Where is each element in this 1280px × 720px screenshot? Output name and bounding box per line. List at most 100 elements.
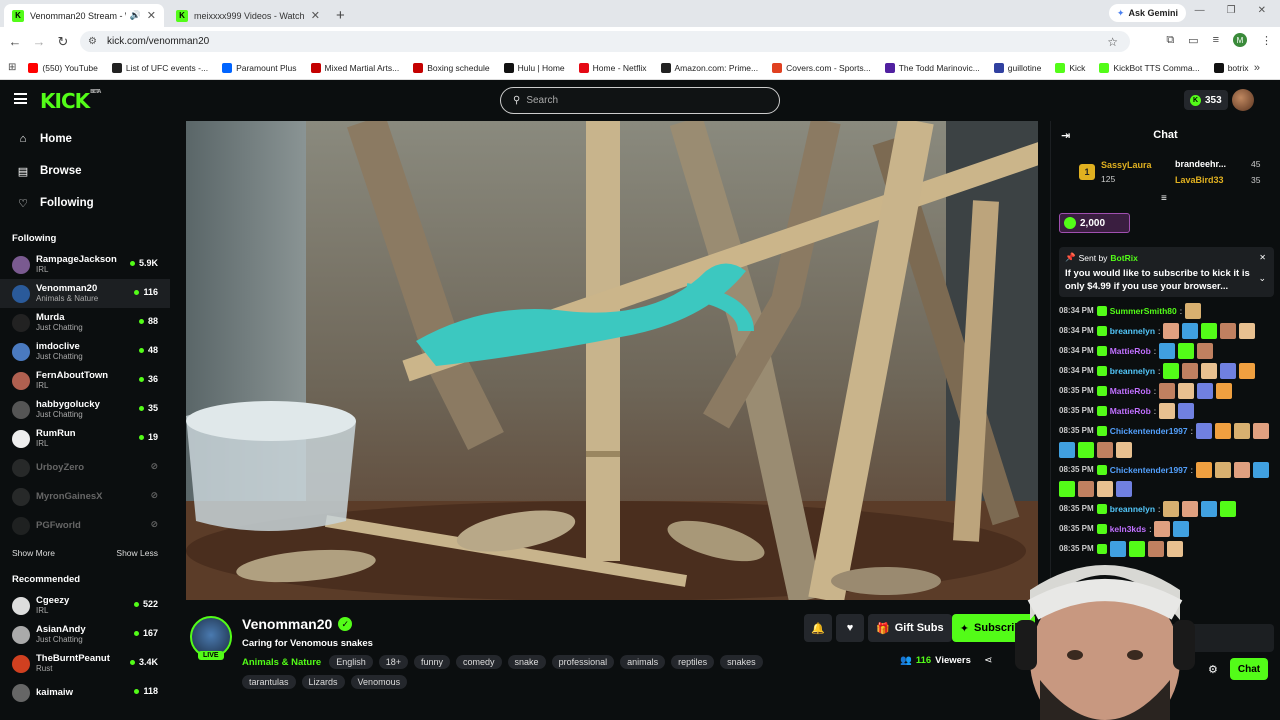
- site-info-icon[interactable]: ⚙: [88, 36, 97, 47]
- sidebar-channel-fernabouttown[interactable]: FernAboutTown IRL 36: [0, 366, 170, 395]
- category-link[interactable]: Animals & Nature: [242, 657, 321, 668]
- close-tab-icon[interactable]: ✕: [147, 9, 156, 22]
- chevron-down-icon[interactable]: ⌄: [1258, 273, 1266, 284]
- minimize-icon[interactable]: —: [1195, 5, 1205, 16]
- apps-icon[interactable]: ⊞: [8, 62, 16, 73]
- channel-category: IRL: [36, 439, 49, 448]
- url-field[interactable]: ⚙ kick.com/venomman20 ☆: [80, 31, 1130, 52]
- video-player[interactable]: [186, 121, 1038, 600]
- tag-chip[interactable]: 18+: [378, 655, 408, 669]
- more-bookmarks-icon[interactable]: »: [1254, 62, 1260, 74]
- bookmark-item[interactable]: guillotine: [993, 62, 1041, 73]
- new-tab-button[interactable]: +: [336, 4, 345, 27]
- kicks-balance[interactable]: K 353: [1184, 90, 1228, 110]
- bookmark-star-icon[interactable]: ☆: [1107, 35, 1118, 49]
- message-username[interactable]: MattieRob: [1110, 385, 1151, 397]
- sidebar-channel-myrongainesx[interactable]: MyronGainesX ⊘: [0, 482, 170, 511]
- bookmark-item[interactable]: The Todd Marinovic...: [884, 62, 980, 73]
- browser-tab[interactable]: K meixxxx999 Videos - Watch On ✕: [168, 4, 328, 27]
- bookmark-item[interactable]: botrix: [1213, 62, 1249, 73]
- bookmark-item[interactable]: Boxing schedule: [413, 62, 490, 73]
- expand-leaderboard-icon[interactable]: ≡: [1161, 193, 1167, 204]
- pinned-message[interactable]: 📌 Sent by BotRix ✕ If you would like to su…: [1059, 247, 1274, 297]
- sidebar-channel-asianandy[interactable]: AsianAndy Just Chatting 167: [0, 620, 170, 649]
- show-less-button[interactable]: Show Less: [116, 548, 158, 558]
- sidebar-channel-pgfworld[interactable]: PGFworld ⊘: [0, 511, 170, 540]
- tag-chip[interactable]: snakes: [720, 655, 763, 669]
- sidebar-channel-venomman20[interactable]: Venomman20 Animals & Nature 116: [0, 279, 170, 308]
- profile-avatar[interactable]: M: [1233, 33, 1247, 47]
- cast-icon[interactable]: ▭: [1188, 34, 1198, 47]
- tag-chip[interactable]: professional: [551, 655, 615, 669]
- kick-logo[interactable]: KICKBETA: [40, 89, 101, 113]
- sidebar-channel-kaimaiw[interactable]: kaimaiw 118: [0, 678, 170, 707]
- bookmark-item[interactable]: Covers.com - Sports...: [772, 62, 871, 73]
- message-username[interactable]: breannelyn: [1110, 325, 1155, 337]
- message-username[interactable]: MattieRob: [1110, 405, 1151, 417]
- message-username[interactable]: Chickentender1997: [1110, 425, 1188, 437]
- user-avatar[interactable]: [1232, 89, 1254, 111]
- pinned-kicks[interactable]: 2,000: [1059, 213, 1130, 233]
- nav-browse[interactable]: ▤ Browse: [0, 155, 170, 187]
- message-username[interactable]: breannelyn: [1110, 365, 1155, 377]
- message-username[interactable]: Chickentender1997: [1110, 464, 1188, 476]
- close-tab-icon[interactable]: ✕: [311, 9, 320, 22]
- gifter-name[interactable]: LavaBird33: [1175, 175, 1224, 185]
- sidebar-channel-rampagejackson[interactable]: RampageJackson IRL 5.9K: [0, 250, 170, 279]
- show-more-button[interactable]: Show More: [12, 548, 55, 558]
- top-gifter-name[interactable]: SassyLaura: [1101, 160, 1152, 170]
- tag-chip[interactable]: snake: [507, 655, 546, 669]
- tag-chip[interactable]: tarantulas: [242, 675, 296, 689]
- live-dot-icon: [134, 688, 140, 694]
- nav-following[interactable]: ♡ Following: [0, 187, 170, 219]
- browser-tab-active[interactable]: K Venomman20 Stream - Watch 🔊 ✕: [4, 4, 164, 27]
- sidebar-channel-theburntpeanut[interactable]: TheBurntPeanut Rust 3.4K: [0, 649, 170, 678]
- tag-chip[interactable]: funny: [414, 655, 451, 669]
- follow-heart-icon[interactable]: ♥: [836, 614, 864, 642]
- unpin-icon[interactable]: ✕: [1259, 253, 1266, 262]
- notification-bell-icon[interactable]: 🔔: [804, 614, 832, 642]
- tag-chip[interactable]: comedy: [456, 655, 502, 669]
- reload-icon[interactable]: ↻: [51, 34, 75, 50]
- search-input[interactable]: ⚲ Search: [500, 87, 780, 114]
- forward-icon[interactable]: →: [27, 34, 51, 49]
- back-icon[interactable]: ←: [3, 34, 27, 49]
- sidebar-channel-cgeezy[interactable]: Cgeezy IRL 522: [0, 591, 170, 620]
- speaker-icon[interactable]: 🔊: [130, 10, 141, 21]
- bookmark-item[interactable]: Kick: [1055, 62, 1085, 73]
- nav-home[interactable]: ⌂ Home: [0, 123, 170, 155]
- gift-subs-button[interactable]: 🎁 Gift Subs: [868, 614, 952, 642]
- extensions-icon[interactable]: ⧉: [1166, 34, 1174, 47]
- menu-icon[interactable]: ⋮: [1261, 34, 1272, 47]
- sidebar-channel-habbygolucky[interactable]: habbygolucky Just Chatting 35: [0, 395, 170, 424]
- bookmark-item[interactable]: Home - Netflix: [578, 62, 647, 73]
- bookmark-item[interactable]: List of UFC events -...: [111, 62, 208, 73]
- bookmark-item[interactable]: KickBot TTS Comma...: [1099, 62, 1200, 73]
- message-username[interactable]: MattieRob: [1110, 345, 1151, 357]
- sidebar-channel-murda[interactable]: Murda Just Chatting 88: [0, 308, 170, 337]
- bookmark-item[interactable]: Paramount Plus: [222, 62, 297, 73]
- tag-chip[interactable]: Lizards: [301, 675, 345, 689]
- sidebar-channel-urboyzero[interactable]: UrboyZero ⊘: [0, 453, 170, 482]
- media-controls-icon[interactable]: ≡: [1213, 34, 1219, 46]
- collapse-chat-icon[interactable]: ⇥: [1061, 129, 1070, 142]
- gifter-name[interactable]: brandeehr...: [1175, 159, 1226, 169]
- menu-hamburger-icon[interactable]: [14, 93, 27, 104]
- tag-chip[interactable]: Venomous: [350, 675, 408, 689]
- message-username[interactable]: SummerSmith80: [1110, 305, 1177, 317]
- tag-chip[interactable]: English: [329, 655, 373, 669]
- tag-chip[interactable]: animals: [620, 655, 666, 669]
- sidebar-channel-imdoclive[interactable]: imdoclive Just Chatting 48: [0, 337, 170, 366]
- bookmark-item[interactable]: Amazon.com: Prime...: [660, 62, 758, 73]
- bookmark-item[interactable]: Mixed Martial Arts...: [310, 62, 399, 73]
- message-username[interactable]: keln3kds: [1110, 523, 1146, 535]
- bookmark-item[interactable]: Hulu | Home: [503, 62, 565, 73]
- message-username[interactable]: breannelyn: [1110, 503, 1155, 515]
- sidebar-channel-rumrun[interactable]: RumRun IRL 19: [0, 424, 170, 453]
- maximize-icon[interactable]: ❐: [1227, 5, 1236, 16]
- close-window-icon[interactable]: ✕: [1258, 5, 1266, 16]
- channel-name[interactable]: Venomman20: [242, 616, 332, 632]
- ask-gemini-button[interactable]: ✦ Ask Gemini: [1108, 4, 1186, 22]
- bookmark-item[interactable]: (550) YouTube: [28, 62, 98, 73]
- tag-chip[interactable]: reptiles: [671, 655, 715, 669]
